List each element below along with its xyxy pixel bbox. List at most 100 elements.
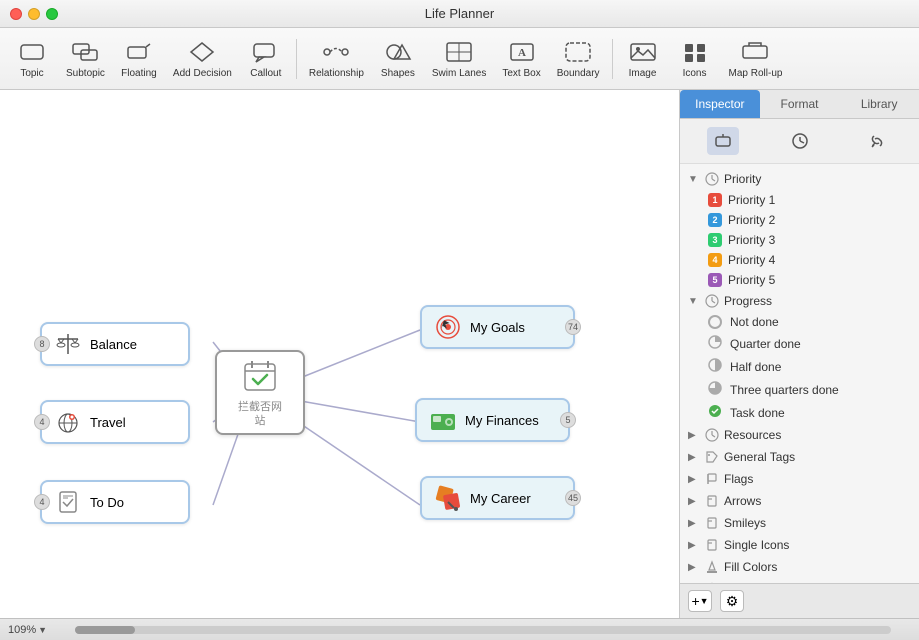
relationship-icon — [322, 38, 350, 66]
tree-priority1[interactable]: 1 Priority 1 — [680, 190, 919, 210]
floating-label: Floating — [121, 68, 157, 79]
balance-label: Balance — [90, 337, 137, 352]
priority-icon — [704, 171, 720, 187]
todo-icon — [54, 488, 82, 516]
tree-fillcolors[interactable]: ▶ Fill Colors — [680, 556, 919, 578]
main-area: 拦截否网站 8 Balance 4 — [0, 90, 919, 618]
tree-priority2[interactable]: 2 Priority 2 — [680, 210, 919, 230]
minimize-button[interactable] — [28, 8, 40, 20]
mycareer-icon — [434, 484, 462, 512]
floating-icon — [125, 38, 153, 66]
priority5-dot: 5 — [708, 273, 722, 287]
progress-arrow: ▼ — [688, 296, 700, 307]
tree-priority3[interactable]: 3 Priority 3 — [680, 230, 919, 250]
add-dropdown-btn[interactable]: + ▼ — [688, 590, 712, 612]
mycareer-label: My Career — [470, 491, 531, 506]
priority-label: Priority — [724, 172, 911, 186]
central-node[interactable]: 拦截否网站 — [215, 350, 305, 435]
tree-priority[interactable]: ▼ Priority — [680, 168, 919, 190]
flags-label: Flags — [724, 472, 911, 486]
canvas[interactable]: 拦截否网站 8 Balance 4 — [0, 90, 679, 618]
swim-lanes-label: Swim Lanes — [432, 68, 486, 79]
tree-halfdone[interactable]: Half done — [680, 355, 919, 378]
toolbar-shapes[interactable]: Shapes — [374, 34, 422, 83]
maximize-button[interactable] — [46, 8, 58, 20]
travel-badge: 4 — [34, 414, 50, 430]
tree-area: ▼ Priority 1 Priority 1 2 Priority 2 3 P… — [680, 164, 919, 583]
toolbar-floating[interactable]: Floating — [115, 34, 163, 83]
mygoals-badge: 74 — [565, 319, 581, 335]
scroll-thumb[interactable] — [75, 626, 135, 634]
subtopic-label: Subtopic — [66, 68, 105, 79]
half-label: Half done — [730, 360, 911, 374]
priority4-label: Priority 4 — [728, 253, 911, 267]
zoom-dropdown-arrow[interactable]: ▼ — [38, 625, 47, 635]
toolbar-boundary[interactable]: Boundary — [551, 34, 606, 83]
horizontal-scrollbar[interactable] — [75, 626, 891, 634]
generaltags-label: General Tags — [724, 450, 911, 464]
close-button[interactable] — [10, 8, 22, 20]
tree-arrows[interactable]: ▶ Arrows — [680, 490, 919, 512]
toolbar-image[interactable]: Image — [619, 34, 667, 83]
flags-arrow: ▶ — [688, 474, 700, 485]
tree-priority4[interactable]: 4 Priority 4 — [680, 250, 919, 270]
toolbar-add-decision[interactable]: Add Decision — [167, 34, 238, 83]
boundary-label: Boundary — [557, 68, 600, 79]
tree-generaltags[interactable]: ▶ General Tags — [680, 446, 919, 468]
toolbar-icons[interactable]: Icons — [671, 34, 719, 83]
tree-priority5[interactable]: 5 Priority 5 — [680, 270, 919, 290]
arrows-arrow: ▶ — [688, 496, 700, 507]
tab-library[interactable]: Library — [839, 90, 919, 118]
toolbar-swim-lanes[interactable]: Swim Lanes — [426, 34, 492, 83]
tree-singleicons[interactable]: ▶ Single Icons — [680, 534, 919, 556]
clock-icon-btn[interactable] — [784, 127, 816, 155]
progress-icon — [704, 293, 720, 309]
tab-format[interactable]: Format — [760, 90, 840, 118]
toolbar-map-rollup[interactable]: Map Roll-up — [723, 34, 789, 83]
tree-quarterdone[interactable]: Quarter done — [680, 332, 919, 355]
icons-label: Icons — [683, 68, 707, 79]
mycareer-node[interactable]: 45 My Career — [420, 476, 575, 520]
travel-icon — [54, 408, 82, 436]
smileys-arrow: ▶ — [688, 518, 700, 529]
tree-resources[interactable]: ▶ Resources — [680, 424, 919, 446]
generaltags-icon — [704, 449, 720, 465]
travel-node[interactable]: 4 Travel — [40, 400, 190, 444]
quarter-circle — [708, 335, 722, 352]
link-icon-btn[interactable] — [861, 127, 893, 155]
mygoals-node[interactable]: 74 My Goals — [420, 305, 575, 349]
icons-icon — [681, 38, 709, 66]
priority-arrow: ▼ — [688, 174, 700, 185]
text-box-label: Text Box — [502, 68, 540, 79]
myfinances-label: My Finances — [465, 413, 539, 428]
smileys-label: Smileys — [724, 516, 911, 530]
toolbar-relationship[interactable]: Relationship — [303, 34, 370, 83]
tree-notdone[interactable]: Not done — [680, 312, 919, 332]
priority3-dot: 3 — [708, 233, 722, 247]
gear-btn[interactable]: ⚙ — [720, 590, 744, 612]
toolbar-text-box[interactable]: A Text Box — [496, 34, 546, 83]
toolbar-callout[interactable]: Callout — [242, 34, 290, 83]
tab-inspector[interactable]: Inspector — [680, 90, 760, 118]
zoom-display: 109% ▼ — [8, 624, 47, 636]
tree-flags[interactable]: ▶ Flags — [680, 468, 919, 490]
add-topic-icon-btn[interactable] — [707, 127, 739, 155]
balance-node[interactable]: 8 Balance — [40, 322, 190, 366]
swim-lanes-icon — [445, 38, 473, 66]
tree-smileys[interactable]: ▶ Smileys — [680, 512, 919, 534]
taskdone-circle — [708, 404, 722, 421]
myfinances-node[interactable]: 5 My Finances — [415, 398, 570, 442]
todo-node[interactable]: 4 To Do — [40, 480, 190, 524]
priority1-label: Priority 1 — [728, 193, 911, 207]
tree-threequarters[interactable]: Three quarters done — [680, 378, 919, 401]
panel-bottom: + ▼ ⚙ — [680, 583, 919, 618]
tree-progress[interactable]: ▼ Progress — [680, 290, 919, 312]
toolbar-topic[interactable]: Topic — [8, 34, 56, 83]
toolbar: Topic Subtopic Floating Add Decision Cal… — [0, 28, 919, 90]
tree-taskdone[interactable]: Task done — [680, 401, 919, 424]
taskdone-label: Task done — [730, 406, 911, 420]
panel-tabs: Inspector Format Library — [680, 90, 919, 119]
central-label: 拦截否网站 — [233, 400, 287, 429]
toolbar-subtopic[interactable]: Subtopic — [60, 34, 111, 83]
singleicons-label: Single Icons — [724, 538, 911, 552]
